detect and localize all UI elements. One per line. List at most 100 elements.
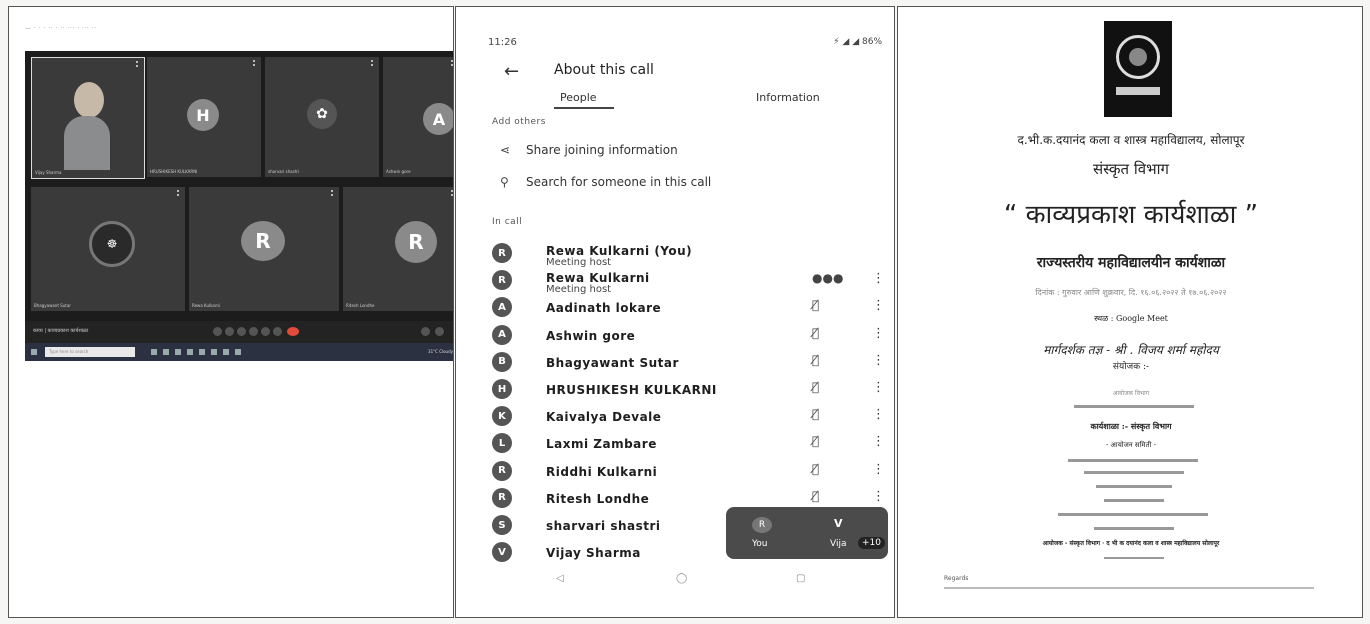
sanyojak-label: संयोजक :- <box>1112 362 1150 372</box>
participant-video <box>64 76 110 172</box>
regards-text: Regards <box>944 575 969 582</box>
video-tile-3[interactable]: A Ashwin gore <box>383 57 453 177</box>
more-options-icon[interactable]: ⋮ <box>872 326 885 341</box>
participant-name: Rewa Kulkarni <box>546 271 650 286</box>
participant-name: Ashwin gore <box>546 328 636 343</box>
chrome-icon[interactable] <box>211 349 217 355</box>
participant-role: Meeting host <box>546 257 612 268</box>
info-icon[interactable] <box>421 327 430 336</box>
participant-avatar: A <box>492 297 512 318</box>
active-tab-indicator <box>554 107 614 109</box>
nav-recents-icon[interactable]: ▢ <box>796 573 805 584</box>
task-view-icon[interactable] <box>151 349 157 355</box>
edge-icon[interactable] <box>163 349 169 355</box>
tile-menu-icon[interactable] <box>177 190 181 196</box>
participant-avatar: H <box>492 379 512 399</box>
participant-row[interactable]: R Rewa Kulkarni (You) Meeting host <box>492 241 892 268</box>
mic-icon[interactable] <box>213 327 222 336</box>
more-options-icon[interactable]: ⋮ <box>872 462 885 477</box>
camera-icon[interactable] <box>225 327 234 336</box>
tile-menu-icon[interactable] <box>253 60 257 66</box>
karyashala-line: कार्यशाळा :- संस्कृत विभाग <box>1090 421 1172 431</box>
folder-icon[interactable] <box>175 349 181 355</box>
start-icon[interactable] <box>31 349 37 355</box>
event-place: स्थळ : Google Meet <box>1094 314 1168 323</box>
more-options-icon[interactable]: ⋮ <box>872 298 885 313</box>
tab-people[interactable]: People <box>560 91 597 104</box>
status-time: 11:26 <box>488 37 517 48</box>
participant-name: Kaivalya Devale <box>546 410 662 425</box>
text-line <box>1074 405 1194 408</box>
more-options-icon[interactable]: ⋮ <box>872 380 885 395</box>
tile-menu-icon[interactable] <box>371 60 375 66</box>
desktop-screenshot-panel: — · · · ·· · ·· ··· · ··· ·· Vijay Sharm… <box>8 6 454 618</box>
participant-avatar: R <box>492 487 512 508</box>
share-joining-info-button[interactable]: ⋖ Share joining information <box>500 143 678 157</box>
video-tile-0[interactable]: Vijay Sharma <box>31 57 145 179</box>
mic-muted-icon: 🎙̸ <box>812 461 820 476</box>
participant-row[interactable]: R Rewa Kulkarni Meeting host ●●● ⋮ <box>492 268 892 295</box>
windows-taskbar: Type here to search 31°C Cloudy <box>25 343 453 361</box>
section-add-others: Add others <box>492 117 546 127</box>
taskbar-search-input[interactable]: Type here to search <box>45 347 135 357</box>
more-options-icon[interactable]: ⋮ <box>872 489 885 504</box>
more-options-icon[interactable]: ⋮ <box>872 271 885 286</box>
text-line <box>944 587 1314 589</box>
app-icon[interactable] <box>223 349 229 355</box>
tab-information[interactable]: Information <box>756 91 820 104</box>
participant-row[interactable]: A Aadinath lokare 🎙̸ ⋮ <box>492 295 892 319</box>
tile-menu-icon[interactable] <box>331 190 335 196</box>
leave-call-button[interactable] <box>287 327 299 336</box>
store-icon[interactable] <box>187 349 193 355</box>
pip-window[interactable]: R V You Vija +10 <box>726 507 888 559</box>
search-placeholder: Search for someone in this call <box>526 175 712 189</box>
search-participant-input[interactable]: ⚲ Search for someone in this call <box>500 175 711 189</box>
captions-icon[interactable] <box>237 327 246 336</box>
video-tile-5[interactable]: R Rewa Kulkarni <box>189 187 339 311</box>
tile-menu-icon[interactable] <box>136 61 140 67</box>
participant-row[interactable]: R Riddhi Kulkarni 🎙̸ ⋮ <box>492 459 892 483</box>
participant-name: Bhagyawant Sutar <box>546 355 679 370</box>
nav-home-icon[interactable]: ◯ <box>676 573 687 584</box>
weather-clock: 31°C Cloudy <box>428 349 453 354</box>
present-icon[interactable] <box>261 327 270 336</box>
nav-back-icon[interactable]: ◁ <box>556 573 564 584</box>
more-options-icon[interactable]: ⋮ <box>872 434 885 449</box>
participant-row[interactable]: H HRUSHIKESH KULKARNI 🎙̸ ⋮ <box>492 377 892 401</box>
text-line <box>1104 557 1164 559</box>
participant-row[interactable]: K Kaivalya Devale 🎙̸ ⋮ <box>492 404 892 428</box>
participant-name: Vijay Sharma <box>546 546 641 561</box>
mail-icon[interactable] <box>199 349 205 355</box>
back-arrow-icon[interactable]: ← <box>504 61 519 82</box>
video-tile-1[interactable]: H HRUSHIKESH KULKARNI <box>147 57 261 177</box>
flower-image-icon: ✿ <box>307 99 337 129</box>
video-tile-2[interactable]: ✿ sharvari shastri <box>265 57 379 177</box>
tile-name: HRUSHIKESH KULKARNI <box>150 169 198 174</box>
more-options-icon[interactable] <box>273 327 282 336</box>
participant-name: Aadinath lokare <box>546 301 662 316</box>
text-line <box>1084 471 1184 474</box>
participant-avatar: S <box>492 515 512 535</box>
pip-vija-label: Vija <box>830 539 847 549</box>
pip-avatar-v: V <box>834 517 843 530</box>
raise-hand-icon[interactable] <box>249 327 258 336</box>
tile-menu-icon[interactable] <box>451 190 453 196</box>
participant-row[interactable]: A Ashwin gore 🎙̸ ⋮ <box>492 323 892 347</box>
pip-avatar-you: R <box>752 517 772 533</box>
college-name: द.भी.क.दयानंद कला व शास्त्र महाविद्यालय,… <box>1017 133 1245 147</box>
people-icon[interactable] <box>435 327 444 336</box>
app-icon[interactable] <box>235 349 241 355</box>
tile-name: sharvari shastri <box>268 169 300 174</box>
participant-row[interactable]: B Bhagyawant Sutar 🎙̸ ⋮ <box>492 350 892 374</box>
mic-muted-icon: 🎙̸ <box>812 434 820 449</box>
video-tile-6[interactable]: R Ritesh Londhe <box>343 187 453 311</box>
participant-avatar: R <box>492 270 512 291</box>
meet-control-bar: काव्य | काव्यप्रकाश कार्यशाळा <box>25 321 453 343</box>
participant-row[interactable]: L Laxmi Zambare 🎙̸ ⋮ <box>492 431 892 455</box>
more-options-icon[interactable]: ⋮ <box>872 353 885 368</box>
more-options-icon[interactable]: ⋮ <box>872 407 885 422</box>
participant-avatar: L <box>492 433 512 454</box>
participant-name: Laxmi Zambare <box>546 437 657 452</box>
tile-menu-icon[interactable] <box>451 60 453 66</box>
video-tile-4[interactable]: ☸ Bhagyawant Sutar <box>31 187 185 311</box>
